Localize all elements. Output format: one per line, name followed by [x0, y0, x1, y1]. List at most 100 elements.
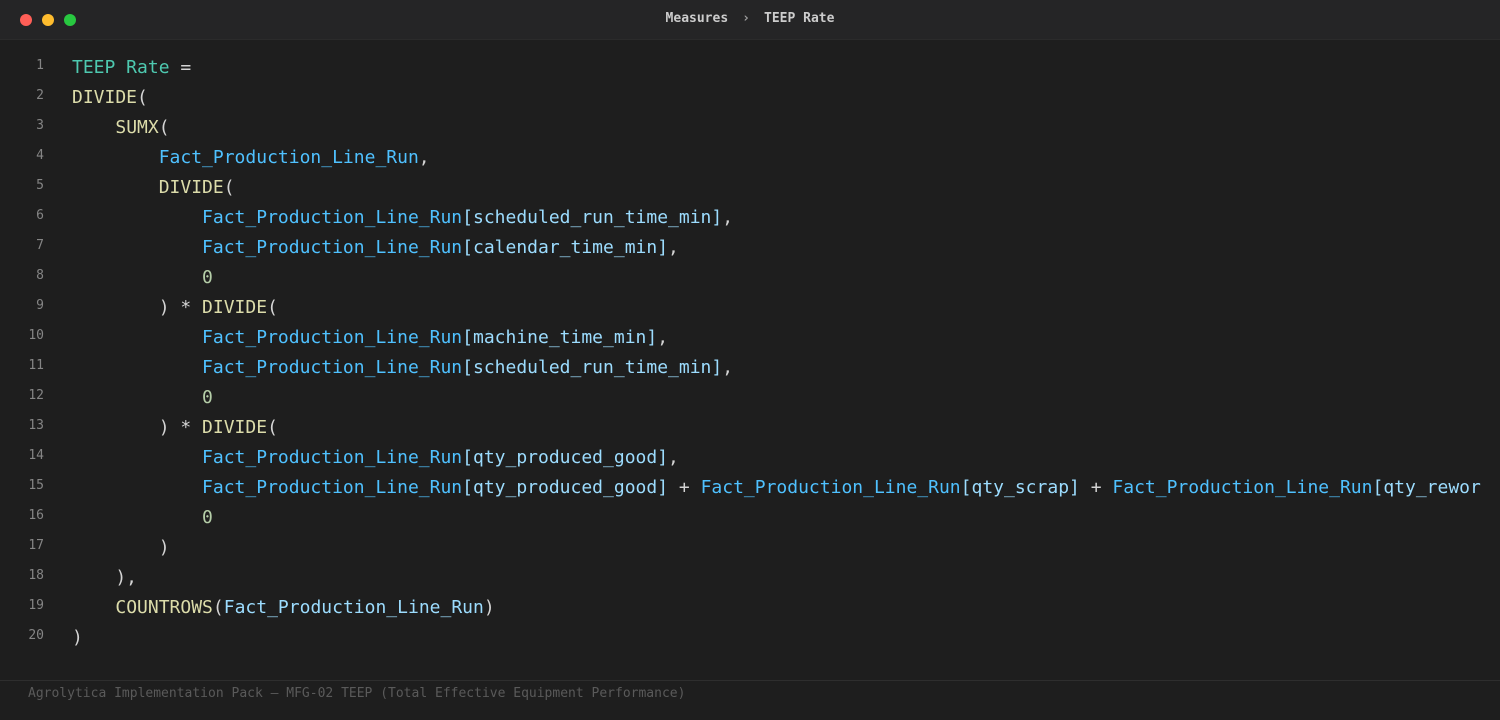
- punctuation-token: (: [137, 87, 148, 108]
- table-token: Fact_Production_Line_Run: [202, 447, 463, 468]
- function-token: COUNTROWS: [115, 597, 213, 618]
- code-line[interactable]: 19 COUNTROWS(Fact_Production_Line_Run): [0, 593, 1500, 623]
- code-line[interactable]: 3 SUMX(: [0, 113, 1500, 143]
- punctuation-token: [72, 267, 202, 288]
- breadcrumb: Measures › TEEP Rate: [0, 0, 1500, 40]
- punctuation-token: ): [72, 627, 83, 648]
- breadcrumb-parent[interactable]: Measures: [666, 11, 729, 26]
- measure-name-token: TEEP Rate: [72, 57, 170, 78]
- line-number: 2: [36, 88, 44, 103]
- code-text: Fact_Production_Line_Run[qty_produced_go…: [72, 443, 679, 473]
- code-line[interactable]: 5 DIVIDE(: [0, 173, 1500, 203]
- punctuation-token: ): [72, 537, 170, 558]
- column-token: [qty_produced_good]: [462, 477, 669, 498]
- line-number: 5: [36, 178, 44, 193]
- punctuation-token: (: [158, 117, 170, 138]
- number-token: 0: [202, 267, 213, 288]
- code-line[interactable]: 15 Fact_Production_Line_Run[qty_produced…: [0, 473, 1500, 503]
- line-number: 8: [36, 268, 44, 283]
- punctuation-token: [72, 207, 202, 228]
- punctuation-token: ,: [668, 447, 679, 468]
- code-text: DIVIDE(: [72, 173, 235, 203]
- punctuation-token: [72, 237, 202, 258]
- punctuation-token: ) *: [72, 417, 203, 438]
- line-number: 12: [28, 388, 44, 403]
- punctuation-token: [72, 387, 202, 408]
- code-text: Fact_Production_Line_Run[scheduled_run_t…: [72, 353, 733, 383]
- punctuation-token: [72, 477, 202, 498]
- code-line[interactable]: 4 Fact_Production_Line_Run,: [0, 143, 1500, 173]
- code-line[interactable]: 6 Fact_Production_Line_Run[scheduled_run…: [0, 203, 1500, 233]
- line-number: 10: [28, 328, 44, 343]
- code-line[interactable]: 20): [0, 623, 1500, 653]
- title-bar: Measures › TEEP Rate: [0, 0, 1500, 40]
- column-token: [machine_time_min]: [462, 327, 658, 348]
- column-token: [scheduled_run_time_min]: [462, 357, 723, 378]
- code-line[interactable]: 18 ),: [0, 563, 1500, 593]
- line-number: 1: [36, 58, 44, 73]
- code-line[interactable]: 9 ) * DIVIDE(: [0, 293, 1500, 323]
- line-number: 15: [28, 478, 44, 493]
- punctuation-token: +: [668, 477, 701, 498]
- line-number: 18: [28, 568, 44, 583]
- code-text: 0: [72, 383, 213, 413]
- punctuation-token: ,: [668, 237, 679, 258]
- code-line[interactable]: 7 Fact_Production_Line_Run[calendar_time…: [0, 233, 1500, 263]
- code-line[interactable]: 12 0: [0, 383, 1500, 413]
- code-line[interactable]: 13 ) * DIVIDE(: [0, 413, 1500, 443]
- line-number: 7: [36, 238, 44, 253]
- punctuation-token: [72, 507, 202, 528]
- code-line[interactable]: 17 ): [0, 533, 1500, 563]
- column-token: [qty_rewor: [1372, 477, 1481, 498]
- code-text: Fact_Production_Line_Run,: [72, 143, 430, 173]
- code-line[interactable]: 10 Fact_Production_Line_Run[machine_time…: [0, 323, 1500, 353]
- table-token: Fact_Production_Line_Run: [202, 207, 463, 228]
- line-number: 16: [28, 508, 44, 523]
- breadcrumb-separator: ›: [742, 11, 750, 26]
- function-token: DIVIDE: [72, 87, 138, 108]
- function-token: DIVIDE: [202, 417, 268, 438]
- code-text: SUMX(: [72, 113, 170, 143]
- code-text: DIVIDE(: [72, 83, 148, 113]
- column-token: [scheduled_run_time_min]: [462, 207, 723, 228]
- line-number: 20: [28, 628, 44, 643]
- punctuation-token: ),: [72, 567, 138, 588]
- code-text: ) * DIVIDE(: [72, 293, 278, 323]
- column-token: [qty_scrap]: [960, 477, 1080, 498]
- code-line[interactable]: 1 TEEP Rate =: [0, 53, 1500, 83]
- code-text: COUNTROWS(Fact_Production_Line_Run): [72, 593, 494, 623]
- punctuation-token: ,: [722, 357, 734, 378]
- column-token: Fact_Production_Line_Run: [223, 597, 484, 618]
- punctuation-token: ,: [722, 207, 734, 228]
- code-editor[interactable]: 1 TEEP Rate = 2 DIVIDE(3 SUMX(4 Fact_Produc…: [0, 53, 1500, 673]
- punctuation-token: (: [267, 297, 278, 318]
- table-token: Fact_Production_Line_Run: [202, 237, 463, 258]
- line-number: 11: [28, 358, 44, 373]
- punctuation-token: +: [1079, 477, 1113, 498]
- column-token: [qty_produced_good]: [462, 447, 669, 468]
- code-line[interactable]: 16 0: [0, 503, 1500, 533]
- table-token: Fact_Production_Line_Run: [158, 147, 419, 168]
- code-text: Fact_Production_Line_Run[machine_time_mi…: [72, 323, 668, 353]
- line-number: 14: [28, 448, 44, 463]
- punctuation-token: [72, 147, 159, 168]
- function-token: SUMX: [115, 117, 159, 138]
- punctuation-token: ,: [657, 327, 669, 348]
- punctuation-token: [72, 117, 115, 138]
- code-line[interactable]: 14 Fact_Production_Line_Run[qty_produced…: [0, 443, 1500, 473]
- code-text: Fact_Production_Line_Run[calendar_time_m…: [72, 233, 679, 263]
- code-text: Fact_Production_Line_Run[qty_produced_go…: [72, 473, 1481, 503]
- punctuation-token: (: [212, 597, 224, 618]
- line-number: 19: [28, 598, 44, 613]
- code-line[interactable]: 11 Fact_Production_Line_Run[scheduled_ru…: [0, 353, 1500, 383]
- punctuation-token: =: [169, 57, 192, 78]
- code-text: ),: [72, 563, 137, 593]
- line-number: 17: [28, 538, 44, 553]
- code-line[interactable]: 8 0: [0, 263, 1500, 293]
- punctuation-token: [72, 177, 159, 198]
- code-line[interactable]: 2 DIVIDE(: [0, 83, 1500, 113]
- table-token: Fact_Production_Line_Run: [202, 357, 463, 378]
- line-number: 4: [36, 148, 44, 163]
- punctuation-token: [72, 357, 202, 378]
- function-token: DIVIDE: [158, 177, 224, 198]
